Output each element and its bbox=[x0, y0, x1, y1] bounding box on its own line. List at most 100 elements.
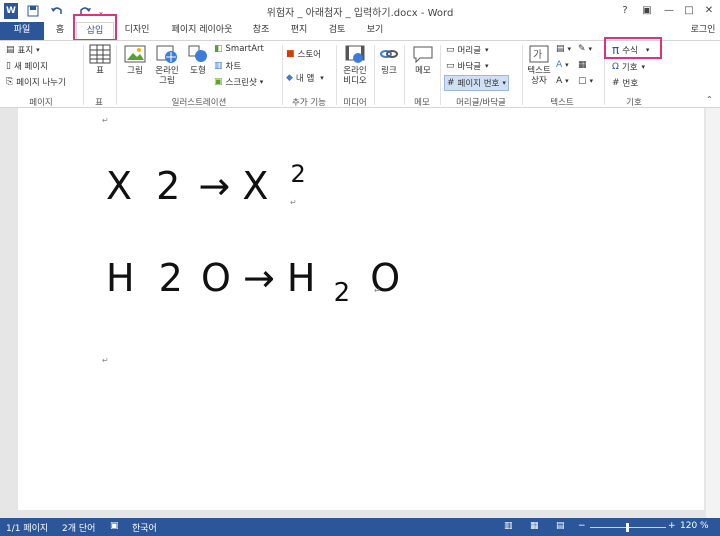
blank-page-label: 새 페이지 bbox=[13, 62, 48, 72]
smartart-button[interactable]: ◧ SmartArt bbox=[214, 44, 264, 54]
sign-in-link[interactable]: 로그인 bbox=[686, 22, 720, 40]
term-x-base: X bbox=[242, 164, 269, 208]
online-pictures-button[interactable]: 온라인 그림 bbox=[151, 44, 183, 86]
zoom-level[interactable]: 120 % bbox=[680, 521, 709, 531]
wordart-button[interactable]: A ▾ bbox=[556, 60, 569, 70]
separator bbox=[374, 45, 375, 105]
zoom-in-button[interactable]: + bbox=[668, 521, 676, 531]
online-video-button[interactable]: 온라인 비디오 bbox=[338, 44, 372, 86]
language-indicator[interactable]: 한국어 bbox=[132, 521, 157, 534]
cover-page-button[interactable]: ▤ 표지 ▾ bbox=[6, 44, 40, 56]
header-label: 머리글 bbox=[457, 46, 481, 56]
zoom-out-button[interactable]: − bbox=[578, 521, 586, 531]
picture-label: 그림 bbox=[127, 66, 143, 76]
tab-home[interactable]: 홈 bbox=[48, 22, 72, 40]
comments-group-label: 메모 bbox=[414, 98, 430, 108]
my-apps-button[interactable]: ◆ 내 앱 ▾ bbox=[286, 72, 324, 84]
term-2: 2 bbox=[158, 256, 183, 300]
collapse-ribbon-icon[interactable]: ⌃ bbox=[706, 95, 713, 104]
page-break-label: 페이지 나누기 bbox=[16, 78, 66, 88]
number-button[interactable]: # 번호 bbox=[612, 77, 638, 89]
page-count[interactable]: 1/1 페이지 bbox=[6, 521, 48, 534]
online-pictures-icon bbox=[156, 45, 177, 63]
tab-file[interactable]: 파일 bbox=[0, 22, 44, 40]
subscript-2: 2 bbox=[333, 278, 351, 308]
my-apps-icon: ◆ bbox=[286, 73, 293, 83]
tab-design[interactable]: 디자인 bbox=[118, 22, 156, 40]
page-number-label: 페이지 번호 bbox=[457, 79, 500, 89]
document-page[interactable]: ↵ X 2 → X 2 ↵ H 2 O → H 2 O ↵ ↵ bbox=[18, 108, 704, 510]
drop-cap-button[interactable]: A ▾ bbox=[556, 76, 569, 86]
date-time-button[interactable]: ▦ bbox=[578, 60, 590, 70]
header-button[interactable]: ▭ 머리글 ▾ bbox=[446, 44, 489, 56]
equation-line-subscript[interactable]: H 2 O → H 2 O bbox=[106, 256, 400, 308]
restore-button[interactable]: □ bbox=[678, 2, 700, 20]
store-button[interactable]: ■ 스토어 bbox=[286, 48, 321, 60]
comment-label: 메모 bbox=[415, 66, 431, 76]
tab-page-layout[interactable]: 페이지 레이아웃 bbox=[164, 22, 240, 40]
ribbon-options-button[interactable]: ▣ bbox=[636, 2, 658, 20]
paragraph-mark: ↵ bbox=[102, 116, 109, 125]
tab-mailings[interactable]: 편지 bbox=[284, 22, 314, 40]
text-box-label-1: 텍스트 bbox=[527, 66, 551, 76]
chart-button[interactable]: ▥ 차트 bbox=[214, 60, 241, 72]
tab-references[interactable]: 참조 bbox=[246, 22, 276, 40]
addins-group-label: 추가 기능 bbox=[292, 98, 326, 108]
tab-review[interactable]: 검토 bbox=[322, 22, 352, 40]
online-pictures-label-2: 그림 bbox=[159, 76, 175, 86]
number-icon: # bbox=[612, 78, 620, 88]
web-layout-icon[interactable]: ▤ bbox=[556, 521, 565, 531]
omega-icon: Ω bbox=[612, 62, 619, 72]
object-button[interactable]: ▢ ▾ bbox=[578, 76, 593, 86]
superscript-2: 2 bbox=[290, 160, 306, 188]
page-number-button[interactable]: # 페이지 번호 ▾ bbox=[444, 75, 509, 91]
text-box-icon: 가 bbox=[529, 45, 549, 63]
print-layout-icon[interactable]: ▦ bbox=[530, 521, 539, 531]
chart-label: 차트 bbox=[225, 62, 242, 72]
links-label: 링크 bbox=[381, 66, 397, 76]
shapes-button[interactable]: 도형 bbox=[186, 44, 210, 76]
shapes-label: 도형 bbox=[190, 66, 206, 76]
text-group-label: 텍스트 bbox=[550, 98, 574, 108]
online-video-icon bbox=[345, 45, 365, 63]
quick-parts-button[interactable]: ▤ ▾ bbox=[556, 44, 571, 54]
cover-page-icon: ▤ bbox=[6, 45, 15, 55]
tab-view[interactable]: 보기 bbox=[360, 22, 390, 40]
close-button[interactable]: ✕ bbox=[698, 2, 720, 20]
signature-line-button[interactable]: ✎ ▾ bbox=[578, 44, 592, 54]
help-button[interactable]: ? bbox=[614, 2, 636, 20]
object-icon: ▢ bbox=[578, 76, 587, 86]
signature-line-icon: ✎ bbox=[578, 44, 586, 54]
symbol-button[interactable]: Ω 기호 ▾ bbox=[612, 61, 645, 73]
page-break-icon: ⎘ bbox=[6, 77, 14, 87]
cover-page-label: 표지 bbox=[17, 46, 34, 56]
header-icon: ▭ bbox=[446, 45, 455, 55]
table-button[interactable]: 표 bbox=[86, 44, 114, 76]
text-box-button[interactable]: 가 텍스트 상자 bbox=[524, 44, 554, 86]
blank-page-button[interactable]: ▯ 새 페이지 bbox=[6, 60, 48, 72]
paragraph-mark: ↵ bbox=[290, 198, 297, 207]
minimize-button[interactable]: — bbox=[658, 2, 680, 20]
online-pictures-label-1: 온라인 bbox=[155, 66, 179, 76]
links-button[interactable]: 링크 bbox=[376, 44, 402, 76]
footer-button[interactable]: ▭ 바닥글 ▾ bbox=[446, 60, 489, 72]
pages-group-label: 페이지 bbox=[29, 98, 53, 108]
comment-button[interactable]: 메모 bbox=[408, 44, 438, 76]
word-count[interactable]: 2개 단어 bbox=[62, 521, 95, 534]
proofing-icon[interactable]: ▣ bbox=[110, 521, 119, 531]
page-break-button[interactable]: ⎘ 페이지 나누기 bbox=[6, 76, 66, 88]
store-icon: ■ bbox=[286, 49, 295, 59]
symbols-group-label: 기호 bbox=[626, 98, 642, 108]
quick-parts-icon: ▤ bbox=[556, 44, 565, 54]
vertical-scrollbar[interactable] bbox=[706, 108, 720, 518]
arrow: → bbox=[242, 256, 275, 300]
screenshot-icon: ▣ bbox=[214, 77, 223, 87]
screenshot-button[interactable]: ▣ 스크린샷 ▾ bbox=[214, 76, 263, 88]
smartart-label: SmartArt bbox=[225, 44, 264, 54]
read-mode-icon[interactable]: ▥ bbox=[504, 521, 513, 531]
shapes-icon bbox=[188, 45, 207, 62]
equation-line-superscript[interactable]: X 2 → X 2 bbox=[106, 160, 306, 208]
picture-button[interactable]: 그림 bbox=[122, 44, 148, 76]
paragraph-mark: ↵ bbox=[374, 286, 381, 295]
zoom-slider-thumb[interactable] bbox=[626, 523, 629, 532]
